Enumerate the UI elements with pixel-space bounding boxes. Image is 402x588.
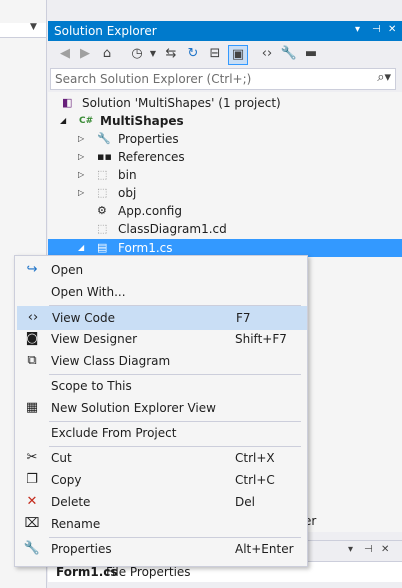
menu-item-label: Scope to This (51, 379, 132, 393)
sync-icon[interactable]: ⇆ (162, 45, 180, 63)
solution-icon: ◧ (62, 96, 73, 109)
menu-item-delete[interactable]: ✕ Delete Del (17, 491, 305, 513)
menu-item-shortcut: F7 (236, 311, 251, 325)
tree-node-label: App.config (118, 204, 182, 218)
tree-node-label: bin (118, 168, 137, 182)
tree-node-label: MultiShapes (100, 114, 184, 128)
wrench-icon: 🔧 (23, 541, 41, 556)
context-menu: ↪ Open Open With... ‹› View Code F7 ◙ Vi… (14, 255, 308, 567)
collapse-triangle-icon[interactable]: ◢ (60, 112, 66, 130)
tree-node-label: Properties (118, 132, 179, 146)
window-menu-icon[interactable]: ▾ (348, 544, 353, 555)
expand-triangle-icon[interactable]: ▷ (78, 130, 84, 148)
menu-item-label: Exclude From Project (51, 426, 177, 440)
open-arrow-icon: ↪ (26, 262, 38, 277)
config-file-icon: ⚙ (97, 204, 107, 217)
window-menu-icon[interactable]: ▾ (355, 24, 360, 35)
delete-x-icon: ✕ (26, 494, 38, 509)
menu-item-shortcut: Del (235, 495, 255, 509)
chevron-down-icon[interactable]: ▼ (144, 45, 162, 63)
home-icon[interactable]: ⌂ (98, 45, 116, 63)
csharp-project-icon: C# (79, 116, 94, 126)
menu-item-label: View Designer (51, 332, 138, 346)
copy-icon: ❐ (26, 472, 38, 487)
menu-item-label: View Code (52, 311, 116, 325)
expand-triangle-icon[interactable]: ▷ (78, 166, 84, 184)
expand-triangle-icon[interactable]: ▷ (78, 184, 84, 202)
tree-node-label: Solution 'MultiShapes' (1 project) (82, 96, 281, 110)
new-view-icon: ▦ (25, 400, 39, 415)
collapse-all-icon[interactable]: ⊟ (206, 45, 224, 63)
solution-explorer-toolbar: ◀ ▶ ⌂ ◷ ▼ ⇆ ↻ ⊟ ▣ ‹› 🔧 ▬ (48, 41, 402, 67)
menu-item-exclude[interactable]: Exclude From Project (17, 422, 305, 444)
menu-item-scope-to-this[interactable]: Scope to This (17, 375, 305, 397)
close-icon[interactable]: ✕ (381, 544, 389, 555)
scissors-icon: ✂ (26, 450, 38, 465)
menu-item-label: View Class Diagram (51, 354, 171, 368)
references-icon: ▪▪ (97, 150, 112, 163)
menu-item-label: Copy (51, 473, 82, 487)
menu-item-cut[interactable]: ✂ Cut Ctrl+X (17, 447, 305, 469)
menu-item-shortcut: Alt+Enter (235, 542, 294, 556)
menu-item-view-class-diagram[interactable]: ⧉ View Class Diagram (17, 350, 305, 372)
rename-icon: ⌧ (24, 516, 40, 531)
tree-node-label: ClassDiagram1.cd (118, 222, 227, 236)
editor-tab-strip (0, 23, 46, 38)
close-icon[interactable]: ✕ (388, 24, 396, 35)
menu-item-properties[interactable]: 🔧 Properties Alt+Enter (17, 538, 305, 560)
hidden-folder-icon: ⬚ (97, 168, 108, 181)
preview-selected-icon[interactable]: ▬ (302, 45, 320, 63)
menu-item-label: New Solution Explorer View (51, 401, 216, 415)
dropdown-arrow-icon[interactable]: ▼ (30, 22, 37, 32)
search-placeholder: Search Solution Explorer (Ctrl+;) (55, 72, 252, 86)
menu-item-view-designer[interactable]: ◙ View Designer Shift+F7 (17, 328, 305, 350)
menu-item-copy[interactable]: ❐ Copy Ctrl+C (17, 469, 305, 491)
solution-explorer-title: Solution Explorer (54, 24, 157, 38)
menu-item-label: Rename (51, 517, 101, 531)
menu-item-label: Cut (51, 451, 72, 465)
tree-node-label: obj (118, 186, 137, 200)
diagram-file-icon: ⬚ (97, 222, 108, 235)
menu-item-label: Open (51, 263, 84, 277)
menu-item-open-with[interactable]: Open With... (17, 281, 305, 303)
designer-icon: ◙ (25, 331, 39, 346)
view-code-icon[interactable]: ‹› (258, 45, 276, 63)
class-diagram-icon: ⧉ (27, 353, 37, 368)
properties-title-bar: ▾ ⊣ ✕ (304, 540, 402, 561)
search-icon[interactable]: ⌕▾ (377, 70, 391, 85)
properties-wrench-icon[interactable]: 🔧 (280, 45, 298, 63)
tree-node-label: References (118, 150, 185, 164)
pin-icon[interactable]: ⊣ (372, 24, 381, 35)
menu-item-label: Open With... (51, 285, 126, 299)
menu-item-label: Properties (51, 542, 112, 556)
object-type: File Properties (106, 565, 191, 579)
hidden-folder-icon: ⬚ (97, 186, 108, 199)
menu-item-shortcut: Ctrl+C (235, 473, 275, 487)
back-icon[interactable]: ◀ (56, 45, 74, 63)
menu-item-view-code[interactable]: ‹› View Code F7 (17, 306, 307, 330)
wrench-icon: 🔧 (97, 132, 111, 145)
solution-explorer-title-bar: Solution Explorer ▾ ⊣ ✕ (48, 21, 402, 41)
search-solution-explorer[interactable]: Search Solution Explorer (Ctrl+;) ⌕▾ (50, 68, 396, 90)
pin-icon[interactable]: ⊣ (364, 544, 373, 555)
menu-item-rename[interactable]: ⌧ Rename (17, 513, 305, 535)
expand-triangle-icon[interactable]: ▷ (78, 148, 84, 166)
menu-item-new-view[interactable]: ▦ New Solution Explorer View (17, 397, 305, 419)
code-brackets-icon: ‹› (27, 310, 39, 325)
menu-item-shortcut: Shift+F7 (235, 332, 287, 346)
refresh-icon[interactable]: ↻ (184, 45, 202, 63)
menu-item-label: Delete (51, 495, 91, 509)
forward-icon[interactable]: ▶ (76, 45, 94, 63)
menu-item-shortcut: Ctrl+X (235, 451, 275, 465)
show-all-files-icon[interactable]: ▣ (228, 45, 248, 65)
menu-item-open[interactable]: ↪ Open (17, 259, 305, 281)
